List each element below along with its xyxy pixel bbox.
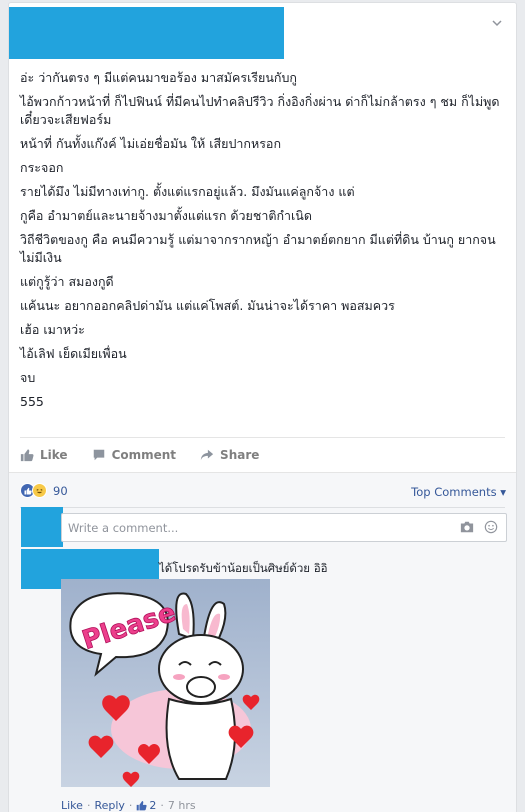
post-line: อ่ะ ว่ากันตรง ๆ มีแต่คนมาขอร้อง มาสมัครเ… [20,70,298,85]
post-body: อ่ะ ว่ากันตรง ๆ มีแต่คนมาขอร้อง มาสมัครเ… [20,69,510,417]
comment-placeholder: Write a comment... [68,520,179,535]
post-line: แต่กูรู้ว่า สมองกูดี [20,274,114,289]
share-label: Share [220,448,260,462]
post-line: ไอ้พวกก้าวหน้าที่ ก็ไปฟินน์ ที่มีคนไปทำค… [20,94,500,127]
share-button[interactable]: Share [200,444,259,466]
post-line: รายได้มึง ไม่มีทางเท่ากู. ตั้งแต่แรกอยู่… [20,184,355,199]
emoji-icon[interactable] [484,520,498,537]
comment-reply-link[interactable]: Reply [94,799,124,812]
like-label: Like [40,448,68,462]
comment-time[interactable]: 7 hrs [168,799,196,812]
divider [20,507,505,508]
post-line: กูคือ อำมาตย์และนายจ้างมาตั้งแต่แรก ด้วย… [20,208,312,223]
comments-area: 90 Top Comments ▾ Write a comment... ได้… [9,472,516,812]
thumbs-up-icon [137,801,148,811]
comment-icon [93,449,104,461]
chevron-down-icon[interactable] [490,17,504,31]
comment-likes[interactable]: 2 [136,799,156,812]
camera-icon[interactable] [460,520,474,537]
comment-button[interactable]: Comment [92,444,176,466]
post-line: กระจอก [20,160,64,175]
like-button[interactable]: Like [20,444,68,466]
thumbs-up-icon [20,449,34,462]
post-line: หน้าที่ กันทั้งแก๊งค์ ไม่เอ่ยชื่อมัน ให้… [20,136,282,151]
post-actions: Like Comment Share [20,444,283,466]
separator: · [86,799,91,812]
comment-likes-count: 2 [149,799,157,812]
sticker-image[interactable]: Please [61,579,270,787]
share-icon [200,449,214,461]
comment-label: Comment [111,448,177,462]
comment-like-link[interactable]: Like [61,799,83,812]
reactions-summary[interactable]: 90 [20,483,68,498]
post-line: วิถีชีวิตของกู คือ คนมีความรู้ แต่มาจากร… [20,232,496,265]
reaction-count: 90 [53,483,68,498]
haha-reaction-icon [32,483,47,498]
post-line: จบ [20,370,36,385]
separator: · [160,799,164,812]
post-card: อ่ะ ว่ากันตรง ๆ มีแต่คนมาขอร้อง มาสมัครเ… [8,2,517,812]
post-line: เฮ้อ เมาหว่ะ [20,322,85,337]
redacted-author-header [9,7,284,59]
post-line: 555 [20,394,44,409]
post-line: ไอ้เลิฟ เย็ดเมียเพื่อน [20,346,127,361]
redacted-avatar [21,507,63,547]
separator: · [128,799,133,812]
comment-actions: Like · Reply · 2 · 7 hrs [61,799,196,812]
divider [20,437,505,438]
comment-text: ได้โปรดรับข้าน้อยเป็นศิษย์ด้วย อิอิ [159,561,328,575]
top-comments-dropdown[interactable]: Top Comments ▾ [411,485,506,499]
comment-input[interactable]: Write a comment... [61,513,507,542]
post-line: แค้นนะ อยากออกคลิปด่ามัน แต่แค่โพสต์. มั… [20,298,395,313]
